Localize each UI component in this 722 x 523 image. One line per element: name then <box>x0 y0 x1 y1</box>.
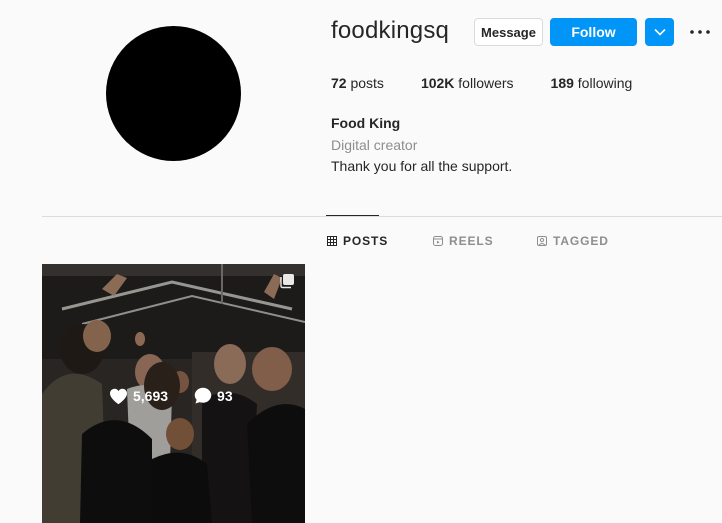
posts-count: 72 <box>331 75 347 91</box>
bio-text: Thank you for all the support. <box>331 158 513 174</box>
profile-avatar[interactable] <box>106 26 241 161</box>
followers-stat[interactable]: 102K followers <box>421 75 514 91</box>
tab-posts-label: POSTS <box>343 234 389 248</box>
tab-tagged[interactable]: TAGGED <box>537 234 609 248</box>
ellipsis-icon <box>690 30 710 34</box>
tab-tagged-label: TAGGED <box>553 234 609 248</box>
more-options-button[interactable] <box>688 22 712 42</box>
post-likes: 5,693 <box>109 388 168 405</box>
tab-reels[interactable]: REELS <box>433 234 494 248</box>
post-likes-count: 5,693 <box>133 388 169 404</box>
multiple-photos-icon <box>280 274 294 289</box>
grid-icon <box>327 236 337 246</box>
chevron-down-icon <box>653 28 666 36</box>
following-stat[interactable]: 189 following <box>551 75 633 91</box>
tagged-icon <box>537 236 547 246</box>
heart-icon <box>110 388 127 404</box>
posts-stat: 72 posts <box>331 75 384 91</box>
reels-icon <box>433 236 443 246</box>
post-comments-count: 93 <box>217 388 233 404</box>
tabs-divider <box>42 216 722 217</box>
post-thumbnail[interactable]: 5,693 93 <box>42 264 305 523</box>
posts-label: posts <box>350 75 384 91</box>
following-label: following <box>577 75 633 91</box>
tab-reels-label: REELS <box>449 234 494 248</box>
tab-posts[interactable]: POSTS <box>327 234 388 248</box>
post-comments: 93 <box>194 387 233 405</box>
follow-button[interactable]: Follow <box>550 18 637 46</box>
profile-username: foodkingsq <box>331 17 450 44</box>
followers-label: followers <box>458 75 514 91</box>
following-count: 189 <box>550 75 574 91</box>
bio-name: Food King <box>331 115 401 131</box>
post-stats: 5,693 93 <box>109 387 259 405</box>
followers-count: 102K <box>420 75 455 91</box>
active-tab-indicator <box>326 215 379 216</box>
comment-icon <box>194 387 212 404</box>
suggested-accounts-button[interactable] <box>645 18 674 46</box>
message-button[interactable]: Message <box>474 18 543 46</box>
profile-stats: 72 posts 102K followers 189 following <box>331 75 669 91</box>
bio-category: Digital creator <box>331 137 418 153</box>
